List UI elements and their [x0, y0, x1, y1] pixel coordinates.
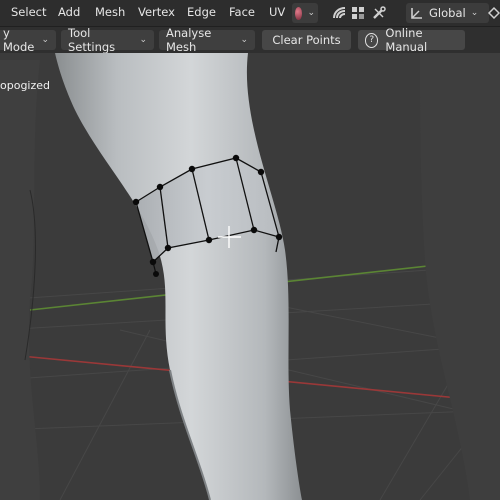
shading-sphere-icon	[295, 6, 303, 20]
chevron-down-icon: ⌄	[307, 8, 315, 18]
chevron-down-icon: ⌄	[470, 8, 479, 18]
chevron-down-icon: ⌄	[240, 35, 248, 45]
orientation-icon	[410, 7, 423, 20]
analyse-mesh-label: Analyse Mesh	[166, 26, 212, 54]
gizmo-icon[interactable]	[350, 3, 366, 23]
3d-viewport[interactable]: opogized	[0, 53, 500, 500]
online-manual-button[interactable]: ? Online Manual	[358, 26, 465, 54]
viewport-scene	[0, 53, 500, 500]
chevron-down-icon: ⌄	[41, 35, 49, 45]
clear-points-button[interactable]: Clear Points	[262, 30, 351, 50]
mode-label: y Mode	[3, 26, 35, 54]
menu-uv[interactable]: UV	[269, 5, 285, 19]
menu-edge[interactable]: Edge	[187, 5, 216, 19]
object-name-label: opogized	[0, 79, 51, 92]
tool-settings-label: Tool Settings	[68, 26, 116, 54]
analyse-mesh-dropdown[interactable]: Analyse Mesh ⌄	[159, 26, 255, 54]
xray-icon[interactable]	[330, 3, 348, 23]
transform-orientation-dropdown[interactable]: Global ⌄	[406, 3, 489, 23]
online-manual-label: Online Manual	[385, 26, 428, 54]
menu-add[interactable]: Add	[58, 5, 80, 19]
chevron-down-icon: ⌄	[139, 35, 147, 45]
shading-dropdown[interactable]: ⌄	[292, 3, 318, 23]
header-menu-bar: Select Add Mesh Vertex Edge Face UV ⌄ Gl…	[0, 0, 500, 27]
pivot-icon[interactable]	[487, 3, 500, 23]
tool-settings-dropdown[interactable]: Tool Settings ⌄	[61, 26, 154, 54]
tools-icon[interactable]	[371, 3, 387, 23]
menu-select[interactable]: Select	[11, 5, 46, 19]
help-circle-icon: ?	[365, 32, 379, 48]
menu-vertex[interactable]: Vertex	[138, 5, 175, 19]
tool-header: y Mode ⌄ Tool Settings ⌄ Analyse Mesh ⌄ …	[0, 26, 500, 54]
mode-dropdown[interactable]: y Mode ⌄	[0, 26, 56, 54]
menu-face[interactable]: Face	[229, 5, 255, 19]
menu-mesh[interactable]: Mesh	[95, 5, 125, 19]
transform-orientation-label: Global	[429, 6, 466, 20]
